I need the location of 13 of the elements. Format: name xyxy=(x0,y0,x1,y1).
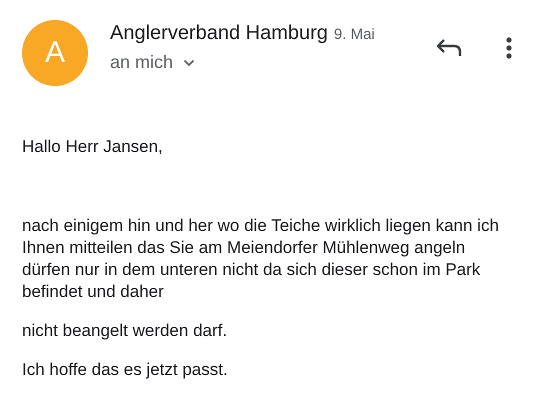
sender-avatar: A xyxy=(22,20,88,86)
email-date: 9. Mai xyxy=(334,26,375,43)
body-paragraph: Ich hoffe das es jetzt passt. xyxy=(22,359,229,381)
body-paragraph: nicht beangelt werden darf. xyxy=(22,320,228,342)
chevron-down-icon xyxy=(183,58,196,66)
recipient-toggle[interactable]: an mich xyxy=(110,52,196,73)
reply-button[interactable] xyxy=(436,38,462,58)
body-paragraph: nach einigem hin und her wo die Teiche wirklich liegen kann ich Ihnen mitteilen das Sie am Meiendorfer Mühlenweg angeln dürfen nur in dem unteren nicht da sich dieser schon im Park befindet und daher xyxy=(22,215,500,303)
more-options-button[interactable] xyxy=(506,37,512,59)
sender-name: Anglerverband Hamburg xyxy=(110,22,328,45)
reply-icon xyxy=(436,38,462,58)
greeting-text: Hallo Herr Jansen, xyxy=(22,136,164,158)
more-vertical-icon xyxy=(506,37,512,59)
